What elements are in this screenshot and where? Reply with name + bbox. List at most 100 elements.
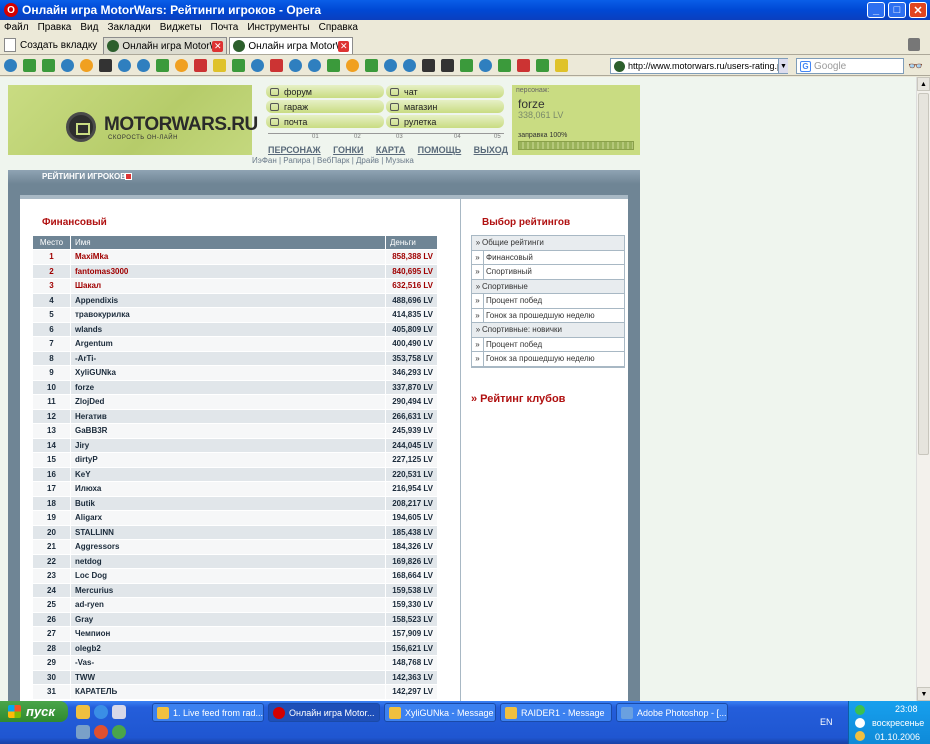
task-opera[interactable]: Онлайн игра Motor... xyxy=(268,703,380,722)
scroll-thumb[interactable] xyxy=(918,93,929,455)
player-name[interactable]: KeY xyxy=(70,466,386,482)
yandex-icon[interactable] xyxy=(194,59,207,72)
player-name[interactable]: TWW xyxy=(70,669,386,685)
player-name[interactable]: -ArTi- xyxy=(70,350,386,366)
menu-view[interactable]: Вид xyxy=(80,22,98,33)
site-logo-panel[interactable]: MOTORWARS.RU СКОРОСТЬ ОН-ЛАЙН xyxy=(8,85,258,155)
scroll-down-icon[interactable]: ▼ xyxy=(917,687,930,701)
task-photoshop[interactable]: Adobe Photoshop - [... xyxy=(616,703,728,722)
minimize-button[interactable]: _ xyxy=(867,2,885,18)
bookmark-icon[interactable] xyxy=(422,59,435,72)
player-name[interactable]: Jiry xyxy=(70,437,386,453)
menu-widgets[interactable]: Виджеты xyxy=(160,22,202,33)
bookmark-icon[interactable] xyxy=(270,59,283,72)
player-name[interactable]: Loc Dog xyxy=(70,568,386,584)
bookmark-icon[interactable] xyxy=(308,59,321,72)
close-button[interactable]: ✕ xyxy=(909,2,927,18)
bookmark-icon[interactable] xyxy=(156,59,169,72)
player-name[interactable]: Шакал xyxy=(70,278,386,294)
task-live-feed[interactable]: 1. Live feed from rad... xyxy=(152,703,264,722)
player-name[interactable]: Mercurius xyxy=(70,582,386,598)
scroll-up-icon[interactable]: ▲ xyxy=(917,77,930,91)
edit-icon[interactable] xyxy=(99,59,112,72)
close-tab-icon[interactable]: ✕ xyxy=(212,40,224,52)
choice-item[interactable]: » Спортивный xyxy=(472,265,624,280)
player-name[interactable]: Илюха xyxy=(70,481,386,497)
bookmark-icon[interactable] xyxy=(137,59,150,72)
player-name[interactable]: MaxiMka xyxy=(70,249,386,265)
choice-item[interactable]: » Процент побед xyxy=(472,337,624,352)
nav-garage-button[interactable]: гараж xyxy=(266,100,384,113)
new-tab-button[interactable]: Создать вкладку xyxy=(4,36,97,54)
home-icon[interactable] xyxy=(80,59,93,72)
player-name[interactable]: STALLINN xyxy=(70,524,386,540)
tray-icon[interactable] xyxy=(855,731,865,741)
task-message-raider1[interactable]: RAIDER1 - Message xyxy=(500,703,612,722)
address-bar[interactable]: http://www.motorwars.ru/users-rating.php xyxy=(610,58,788,74)
player-name[interactable]: КАРАТЕЛЬ xyxy=(70,684,386,700)
menu-mail[interactable]: Почта xyxy=(211,22,239,33)
player-name[interactable]: Aligarx xyxy=(70,510,386,526)
main-nav-map[interactable]: КАРТА xyxy=(376,145,405,155)
task-message-xyliguNka[interactable]: XyliGUNka - Message xyxy=(384,703,496,722)
player-name[interactable]: Негатив xyxy=(70,408,386,424)
back-icon[interactable] xyxy=(4,59,17,72)
bookmark-icon[interactable] xyxy=(118,59,131,72)
close-tab-icon[interactable]: ✕ xyxy=(338,40,350,52)
player-name[interactable]: Argentum xyxy=(70,336,386,352)
player-name[interactable]: olegb2 xyxy=(70,640,386,656)
player-name[interactable]: dirtyP xyxy=(70,452,386,468)
clubs-rating-link[interactable]: » Рейтинг клубов xyxy=(471,393,565,405)
tab-motorwars-2[interactable]: Онлайн игра MotorWars... ✕ xyxy=(229,37,354,54)
trash-icon[interactable] xyxy=(908,38,920,51)
player-name[interactable]: Gray xyxy=(70,611,386,627)
bookmark-icon[interactable] xyxy=(384,59,397,72)
menu-file[interactable]: Файл xyxy=(4,22,29,33)
menu-edit[interactable]: Правка xyxy=(38,22,72,33)
player-name[interactable]: wlands xyxy=(70,321,386,337)
choice-category[interactable]: » Спортивные xyxy=(472,279,624,294)
quicklaunch-app-icon[interactable] xyxy=(112,705,126,719)
player-name[interactable]: GaBB3R xyxy=(70,423,386,439)
nav-mail-button[interactable]: почта xyxy=(266,115,384,128)
player-name[interactable]: Appendixis xyxy=(70,292,386,308)
player-name[interactable]: ZlojDed xyxy=(70,394,386,410)
quicklaunch-app-icon[interactable] xyxy=(76,725,90,739)
zoom-glasses-icon[interactable]: 👓 xyxy=(908,59,923,73)
start-button[interactable]: пуск xyxy=(0,701,68,722)
bookmark-icon[interactable] xyxy=(365,59,378,72)
main-nav-races[interactable]: ГОНКИ xyxy=(333,145,363,155)
bookmark-icon[interactable] xyxy=(441,59,454,72)
main-nav-exit[interactable]: ВЫХОД xyxy=(474,145,508,155)
menu-tools[interactable]: Инструменты xyxy=(247,22,309,33)
nav-chat-button[interactable]: чат xyxy=(386,85,504,98)
choice-category[interactable]: » Спортивные: новички xyxy=(472,323,624,338)
tray-icon[interactable] xyxy=(855,718,865,728)
address-dropdown-icon[interactable]: ▼ xyxy=(778,59,788,73)
maximize-button[interactable]: □ xyxy=(888,2,906,18)
choice-item[interactable]: » Процент побед xyxy=(472,294,624,309)
reload-icon[interactable] xyxy=(61,59,74,72)
menu-help[interactable]: Справка xyxy=(319,22,358,33)
player-name[interactable]: Чемпион xyxy=(70,626,386,642)
collapse-icon[interactable] xyxy=(125,173,132,180)
language-indicator[interactable]: EN xyxy=(820,717,833,727)
bookmark-icon[interactable] xyxy=(289,59,302,72)
nav-forum-button[interactable]: форум xyxy=(266,85,384,98)
bookmark-icon[interactable] xyxy=(498,59,511,72)
quicklaunch-app-icon[interactable] xyxy=(112,725,126,739)
player-name[interactable]: XyliGUNka xyxy=(70,365,386,381)
yandex-icon[interactable] xyxy=(517,59,530,72)
player-name[interactable]: netdog xyxy=(70,553,386,569)
bookmark-icon[interactable] xyxy=(327,59,340,72)
bookmark-icon[interactable] xyxy=(460,59,473,72)
tray-icon[interactable] xyxy=(855,705,865,715)
nav-roulette-button[interactable]: рулетка xyxy=(386,115,504,128)
player-name[interactable]: -Vas- xyxy=(70,655,386,671)
character-name[interactable]: forze xyxy=(518,97,545,111)
choice-item[interactable]: » Финансовый xyxy=(472,250,624,265)
partner-links[interactable]: ИэФан | Рапира | ВебПарк | Драйв | Музык… xyxy=(252,156,414,165)
back-arrow-icon[interactable] xyxy=(23,59,36,72)
quicklaunch-opera-icon[interactable] xyxy=(94,725,108,739)
forward-arrow-icon[interactable] xyxy=(42,59,55,72)
